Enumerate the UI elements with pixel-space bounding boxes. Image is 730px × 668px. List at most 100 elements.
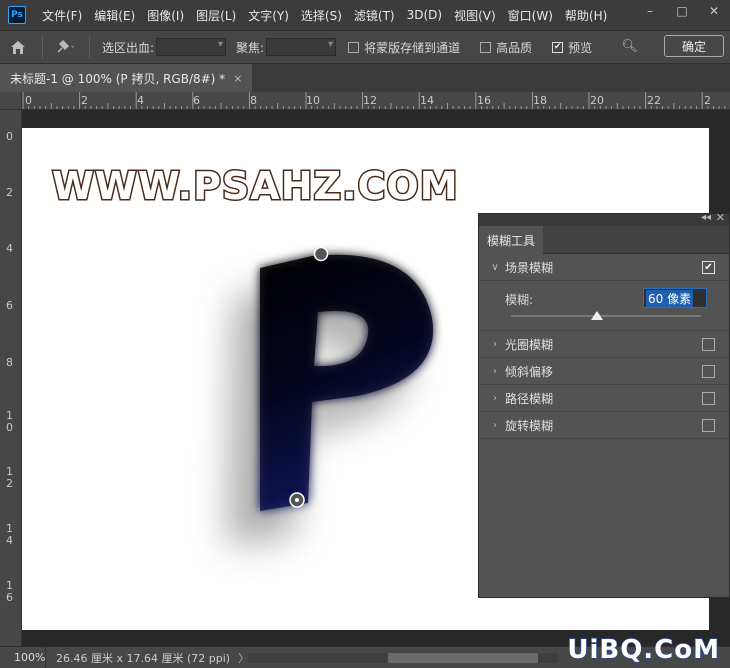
tilt-shift-section[interactable]: › 倾斜偏移	[479, 358, 729, 385]
document-tab-title: 未标题-1 @ 100% (P 拷贝, RGB/8#) *	[10, 71, 226, 86]
chevron-right-icon[interactable]: ›	[485, 393, 505, 404]
site-watermark-logo: UiBQ.CoM	[567, 634, 720, 666]
ruler-label: 6	[193, 94, 200, 107]
spin-blur-title: 旋转模糊	[505, 418, 554, 433]
ruler-label: 4	[137, 94, 144, 107]
zoom-level[interactable]: 100%	[0, 646, 46, 668]
selection-bleed-input[interactable]	[156, 38, 227, 56]
iris-blur-title: 光圈模糊	[505, 337, 554, 352]
ruler-label: 0	[6, 130, 13, 143]
divider	[89, 36, 90, 58]
focus-input[interactable]	[266, 38, 337, 56]
blur-tools-panel: ◂◂ ✕ 模糊工具 ∨ 场景模糊 ✔ 模糊: 60 像素 › 光圈模糊 › 倾斜…	[478, 211, 730, 598]
save-mask-label: 将蒙版存储到通道	[364, 40, 461, 55]
menu-view[interactable]: 视图(V)	[448, 7, 502, 24]
scrollbar-thumb[interactable]	[388, 653, 538, 663]
home-icon[interactable]	[0, 30, 36, 64]
blur-slider-thumb[interactable]	[590, 311, 603, 320]
divider	[42, 36, 43, 58]
ruler-label: 22	[647, 94, 661, 107]
maximize-button[interactable]: □	[666, 0, 698, 22]
iris-blur-section[interactable]: › 光圈模糊	[479, 331, 729, 358]
document-tab[interactable]: 未标题-1 @ 100% (P 拷贝, RGB/8#) * ×	[0, 64, 253, 92]
close-panel-icon[interactable]: ✕	[716, 211, 725, 224]
path-blur-section[interactable]: › 路径模糊	[479, 385, 729, 412]
ok-button[interactable]: 确定	[664, 35, 724, 57]
close-window-button[interactable]: ✕	[698, 0, 730, 22]
horizontal-scrollbar[interactable]	[248, 653, 558, 663]
close-tab-icon[interactable]: ×	[233, 72, 242, 85]
field-blur-section[interactable]: ∨ 场景模糊 ✔	[479, 254, 729, 281]
blur-amount-value: 60 像素	[646, 289, 694, 307]
chevron-down-icon[interactable]: ∨	[485, 262, 505, 273]
panel-tab-bar: 模糊工具	[479, 226, 729, 254]
ruler-label: 2	[81, 94, 88, 107]
field-blur-title: 场景模糊	[505, 260, 554, 275]
pin-tool-icon[interactable]	[49, 30, 83, 64]
tilt-shift-title: 倾斜偏移	[505, 364, 554, 379]
document-info: 26.46 厘米 x 17.64 厘米 (72 ppi)	[56, 651, 231, 665]
blur-pin-icon[interactable]	[313, 246, 329, 262]
save-mask-checkbox[interactable]	[348, 41, 360, 53]
chevron-right-icon[interactable]: ›	[485, 366, 505, 377]
tab-blur-tools[interactable]: 模糊工具	[479, 226, 544, 254]
ruler-label: 1 2	[6, 465, 13, 490]
menu-type[interactable]: 文字(Y)	[242, 7, 295, 24]
panel-header: ◂◂ ✕	[479, 211, 729, 226]
ruler-label: 12	[363, 94, 377, 107]
document-tab-bar: 未标题-1 @ 100% (P 拷贝, RGB/8#) * ×	[0, 64, 730, 92]
ruler-label: 18	[533, 94, 547, 107]
ruler-label: 1 0	[6, 409, 13, 434]
ruler-label: 2	[6, 186, 13, 199]
menu-edit[interactable]: 编辑(E)	[88, 7, 141, 24]
chevron-right-icon[interactable]: ›	[485, 339, 505, 350]
chevron-right-icon[interactable]: ›	[485, 420, 505, 431]
menu-select[interactable]: 选择(S)	[295, 7, 348, 24]
ruler-label: 10	[306, 94, 320, 107]
path-blur-checkbox[interactable]	[702, 392, 715, 405]
ruler-label: 2	[704, 94, 711, 107]
ruler-label: 14	[420, 94, 434, 107]
menu-layer[interactable]: 图层(L)	[190, 7, 242, 24]
horizontal-ruler[interactable]: 0 2 4 6 8 10 12 14 16 18 20 22 2	[22, 92, 730, 110]
ruler-label: 6	[6, 299, 13, 312]
blur-slider-track[interactable]	[511, 315, 701, 317]
blur-amount-input[interactable]: 60 像素	[643, 288, 707, 308]
vertical-ruler[interactable]: 0 2 4 6 8 1 0 1 2 1 4 1 6	[0, 110, 22, 646]
ruler-label: 1 6	[6, 579, 13, 604]
selection-bleed-label: 选区出血:	[102, 40, 155, 55]
menu-file[interactable]: 文件(F)	[36, 7, 88, 24]
collapse-panel-icon[interactable]: ◂◂	[701, 212, 711, 223]
status-bar: 100% 26.46 厘米 x 17.64 厘米 (72 ppi) 〉 UiBQ…	[0, 634, 730, 668]
photoshop-window: Ps 文件(F) 编辑(E) 图像(I) 图层(L) 文字(Y) 选择(S) 滤…	[0, 0, 730, 668]
menu-window[interactable]: 窗口(W)	[502, 7, 559, 24]
spin-blur-checkbox[interactable]	[702, 419, 715, 432]
spin-blur-section[interactable]: › 旋转模糊	[479, 412, 729, 439]
minimize-button[interactable]: –	[634, 0, 666, 22]
ruler-label: 4	[6, 242, 13, 255]
menu-image[interactable]: 图像(I)	[141, 7, 190, 24]
menu-filter[interactable]: 滤镜(T)	[348, 7, 401, 24]
window-controls: – □ ✕	[634, 0, 730, 22]
search-icon[interactable]: 🔍︎	[621, 39, 638, 54]
ruler-label: 8	[6, 356, 13, 369]
field-blur-checkbox[interactable]: ✔	[702, 261, 715, 274]
menu-help[interactable]: 帮助(H)	[559, 7, 613, 24]
tilt-shift-checkbox[interactable]	[702, 365, 715, 378]
ruler-label: 8	[250, 94, 257, 107]
path-blur-title: 路径模糊	[505, 391, 554, 406]
menu-3d[interactable]: 3D(D)	[401, 8, 448, 22]
preview-label: 预览	[568, 40, 593, 55]
menu-bar: Ps 文件(F) 编辑(E) 图像(I) 图层(L) 文字(Y) 选择(S) 滤…	[0, 0, 730, 30]
blur-amount-row: 模糊: 60 像素	[479, 281, 729, 331]
high-quality-checkbox[interactable]	[480, 41, 492, 53]
ruler-corner[interactable]	[0, 92, 22, 110]
focus-label: 聚焦:	[236, 40, 265, 55]
ruler-label: 20	[590, 94, 604, 107]
ruler-label: 0	[25, 94, 32, 107]
ruler-label: 1 4	[6, 522, 13, 547]
iris-blur-checkbox[interactable]	[702, 338, 715, 351]
blur-amount-label: 模糊:	[505, 293, 534, 307]
preview-checkbox[interactable]: ✔	[552, 41, 564, 53]
photoshop-logo-icon[interactable]: Ps	[8, 6, 26, 24]
